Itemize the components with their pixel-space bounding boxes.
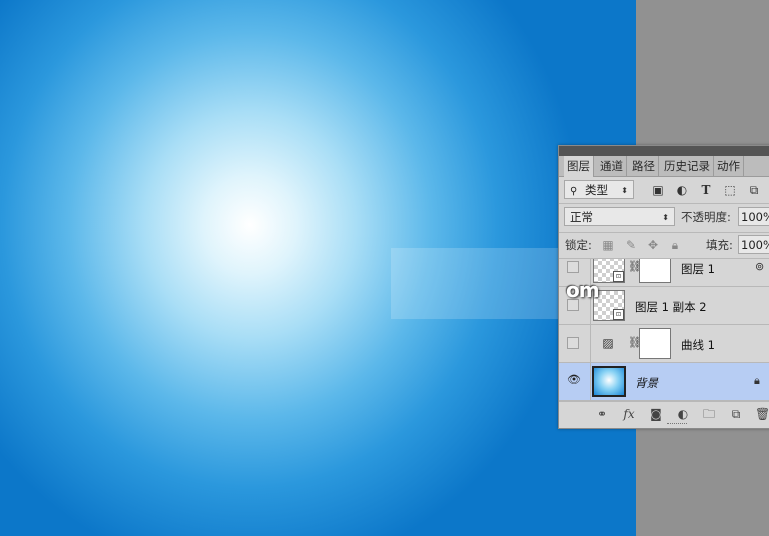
curves-adjustment-icon: ▨ <box>602 336 614 350</box>
new-layer-icon[interactable]: ⧉ <box>729 407 743 421</box>
layer-row[interactable]: 👁︎ 背景 🔒︎ <box>559 363 769 401</box>
layer-thumbnail <box>592 366 626 397</box>
link-layers-icon[interactable]: ⚭ <box>595 407 609 421</box>
divider <box>590 325 591 362</box>
divider <box>559 232 769 233</box>
search-icon: ⚲ <box>570 186 578 197</box>
mask-thumbnail <box>639 328 671 359</box>
layer-row[interactable]: ▨ ⛓ 曲线 1 <box>559 325 769 363</box>
eye-icon[interactable]: 👁︎ <box>567 374 581 387</box>
watermark-text: om <box>566 278 600 302</box>
layer-name: 背景 <box>635 376 658 390</box>
panel-tabs: 图层 通道 路径 历史记录 动作 <box>559 156 769 177</box>
group-icon[interactable]: 🗀 <box>702 407 716 421</box>
shape-filter-icon[interactable]: ⬚ <box>723 183 737 197</box>
filter-kind-label: 类型 <box>584 183 608 197</box>
opacity-value: 100% <box>741 210 769 224</box>
blend-row: 正常 ⬍ 不透明度: 100% <box>559 205 769 229</box>
lock-position-icon[interactable]: ✥ <box>646 238 660 252</box>
layer-name: 图层 1 副本 2 <box>635 300 707 314</box>
fill-input[interactable]: 100% <box>738 235 769 254</box>
tab-layers[interactable]: 图层 <box>564 156 594 177</box>
delete-icon[interactable]: 🗑︎ <box>755 407 769 421</box>
fill-value: 100% <box>741 238 769 252</box>
fill-label: 填充: <box>706 238 733 252</box>
lock-pixels-icon[interactable]: ✎ <box>624 238 638 252</box>
lock-label: 锁定: <box>565 238 592 252</box>
tab-channels[interactable]: 通道 <box>597 156 627 176</box>
mask-thumbnail <box>639 259 671 283</box>
tab-actions[interactable]: 动作 <box>714 156 744 176</box>
mask-icon[interactable]: ◙ <box>649 407 663 421</box>
smart-object-filter-icon[interactable]: ⧉ <box>747 183 761 197</box>
lock-all-icon[interactable]: 🔒︎ <box>668 238 682 252</box>
smart-object-icon: ⊡ <box>613 271 624 282</box>
filter-kind-select[interactable]: ⚲ 类型 ⬍ <box>564 180 634 199</box>
divider <box>559 203 769 204</box>
lock-transparency-icon[interactable]: ▦ <box>601 238 615 252</box>
blend-mode-select[interactable]: 正常 ⬍ <box>564 207 675 226</box>
layer-name: 曲线 1 <box>681 338 715 352</box>
tab-paths[interactable]: 路径 <box>629 156 659 176</box>
smart-object-icon: ⊡ <box>613 309 624 320</box>
tab-history[interactable]: 历史记录 <box>661 156 714 176</box>
filter-row: ⚲ 类型 ⬍ ▣ ◐ T ⬚ ⧉ <box>559 178 769 202</box>
lock-row: 锁定: ▦ ✎ ✥ 🔒︎ 填充: 100% <box>559 234 769 258</box>
visibility-toggle[interactable] <box>567 337 579 349</box>
document-canvas[interactable] <box>0 0 636 536</box>
canvas-highlight <box>391 248 561 319</box>
adjustment-filter-icon[interactable]: ◐ <box>675 183 689 197</box>
blend-mode-value: 正常 <box>570 210 593 224</box>
layer-name: 图层 1 <box>681 262 715 276</box>
visibility-toggle[interactable] <box>567 261 579 273</box>
opacity-input[interactable]: 100% <box>738 207 769 226</box>
lock-icon: 🔒︎ <box>754 374 760 387</box>
divider <box>590 363 591 400</box>
panel-title-bar[interactable] <box>559 146 769 156</box>
select-arrow-icon: ⬍ <box>621 186 628 195</box>
fx-icon[interactable]: fx <box>622 407 636 421</box>
adjustment-icon[interactable]: ◐ <box>676 407 690 421</box>
panel-footer: ⚭ fx ◙ ◐ 🗀 ⧉ 🗑︎ <box>559 401 769 428</box>
opacity-label: 不透明度: <box>681 210 731 224</box>
image-filter-icon[interactable]: ▣ <box>651 183 665 197</box>
type-filter-icon[interactable]: T <box>699 183 713 197</box>
blend-if-icon: ⊚ <box>755 260 765 273</box>
resize-grip[interactable] <box>667 423 687 427</box>
select-arrow-icon: ⬍ <box>662 213 669 222</box>
